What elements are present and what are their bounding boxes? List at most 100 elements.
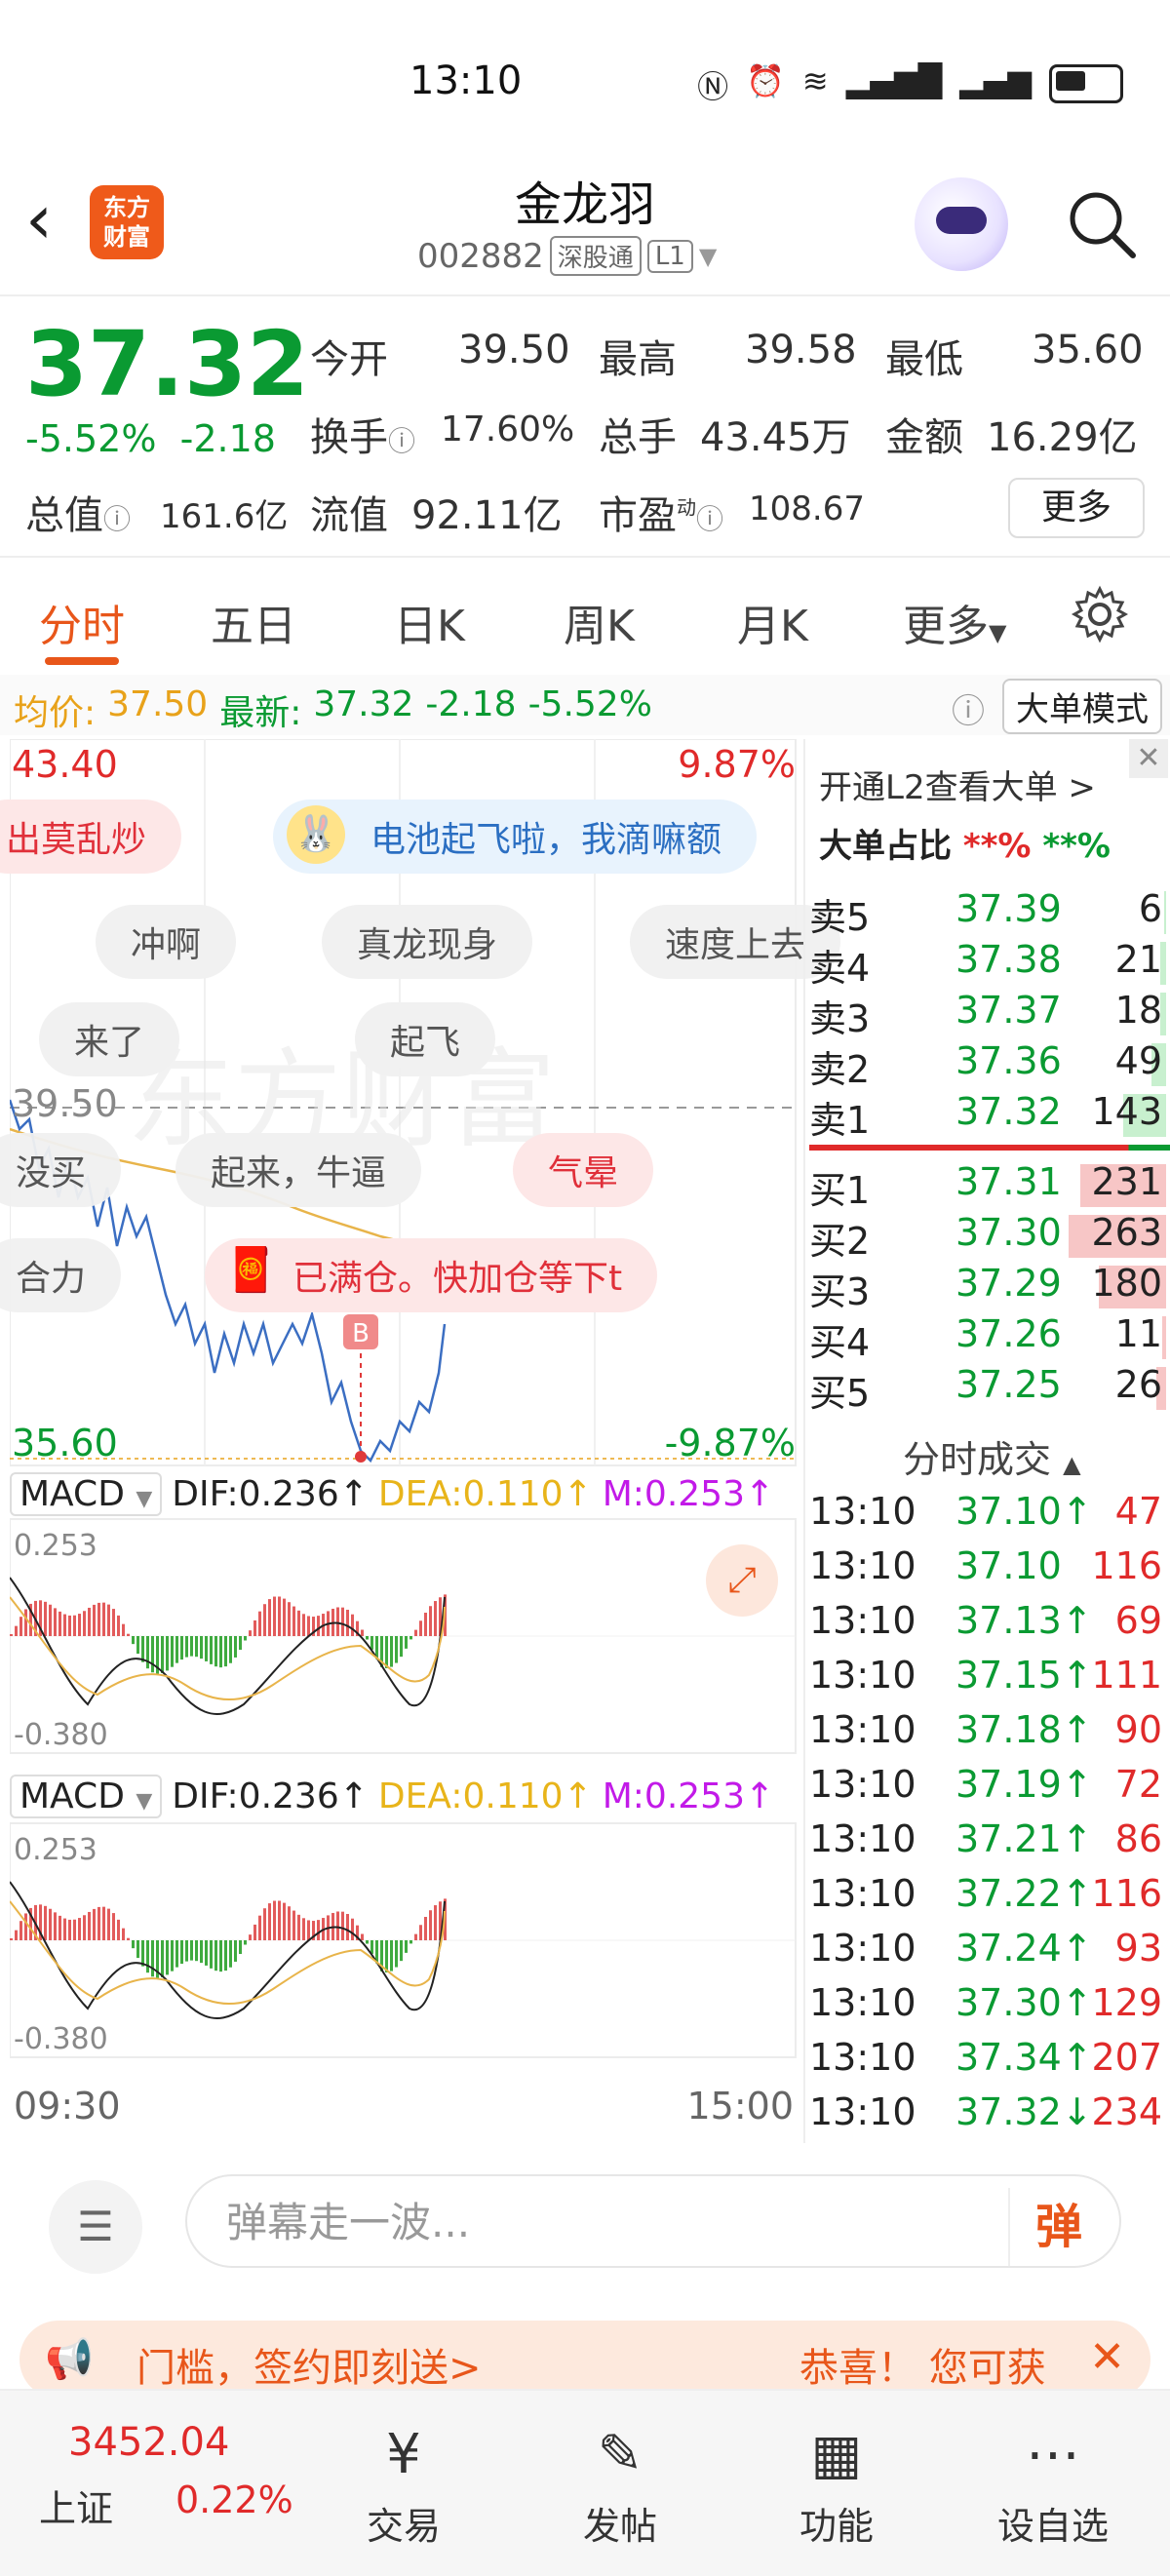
tab-daily-k[interactable]: 日K: [394, 591, 465, 653]
macd-bar: [341, 1607, 344, 1636]
gift-icon: 🧧: [224, 1245, 278, 1295]
nav-post[interactable]: ✎ 发帖: [542, 2420, 698, 2550]
tab-weekly-k[interactable]: 周K: [564, 591, 635, 653]
trade-time: 13:10: [809, 1544, 916, 1587]
danmu-bubble[interactable]: 起飞: [355, 1002, 496, 1076]
index-value: 3452.04: [68, 2420, 230, 2465]
danmu-bubble[interactable]: 没买: [0, 1133, 122, 1207]
macd-bar: [229, 1940, 232, 1968]
danmu-settings-icon[interactable]: ☰: [49, 2180, 142, 2274]
danmu-input[interactable]: 弹幕走一波...: [185, 2174, 1121, 2268]
dropdown-icon[interactable]: ▼: [699, 243, 717, 270]
danmu-bubble[interactable]: 气晕: [513, 1133, 654, 1207]
danmu-bubble[interactable]: 起来，牛逼: [176, 1133, 422, 1207]
danmu-bubble[interactable]: 真龙现身: [322, 905, 533, 979]
macd-bar: [49, 1908, 52, 1940]
trade-price: 37.34↑: [956, 2036, 1093, 2079]
macd-bar: [297, 1610, 300, 1636]
tab-5day[interactable]: 五日: [211, 591, 296, 653]
macd-selector-2[interactable]: MACD ▼: [10, 1775, 163, 1818]
trade-time: 13:10: [809, 1872, 916, 1915]
trade-price: 37.32↓: [956, 2090, 1093, 2133]
mktcap-label: 总值ⓘ: [25, 493, 132, 538]
macd-bar: [117, 1919, 120, 1940]
bid-volume: 11: [1114, 1312, 1162, 1355]
macd-bar: [176, 1636, 178, 1663]
macd-bar: [83, 1915, 86, 1940]
intraday-chart[interactable]: B 东方财富 43.40 9.87% 39.50 35.60 -9.87% 出莫…: [0, 739, 841, 2143]
expand-icon[interactable]: ⤢: [706, 1544, 778, 1617]
macd-bar: [15, 1930, 18, 1940]
trade-time: 13:10: [809, 1708, 916, 1751]
ask-price: 37.37: [956, 989, 1062, 1032]
big-order-mode-button[interactable]: 大单模式: [1002, 679, 1162, 734]
l2-upgrade-link[interactable]: 开通L2查看大单 >: [819, 761, 1096, 808]
danmu-bubble[interactable]: 冲啊: [96, 905, 237, 979]
macd-bar: [10, 1938, 13, 1940]
danmu-bubble[interactable]: 来了: [39, 1002, 180, 1076]
danmu-bubble-gift[interactable]: 🧧 已满仓。快加仓等下t: [205, 1238, 658, 1312]
macd-bar: [351, 1918, 354, 1940]
y-top-price: 43.40: [12, 743, 118, 786]
search-icon[interactable]: [1063, 185, 1141, 263]
danmu-bubble[interactable]: 合力: [0, 1238, 122, 1312]
macd2-top-value: 0.253: [14, 1833, 98, 1867]
nav-add-watchlist[interactable]: ⋯ 设自选: [975, 2420, 1131, 2550]
trade-price: 37.19↑: [956, 1763, 1093, 1806]
macd-bar: [117, 1615, 120, 1636]
macd-bar: [10, 1634, 13, 1636]
trade-volume: 86: [1114, 1817, 1162, 1860]
macd-bar: [93, 1908, 96, 1940]
macd-bar: [410, 1940, 412, 1944]
tab-intraday[interactable]: 分时: [39, 591, 125, 653]
assistant-avatar[interactable]: [915, 177, 1008, 271]
macd-bar: [258, 1611, 261, 1636]
amount-label: 金额: [885, 415, 963, 460]
macd-bar: [346, 1914, 349, 1940]
avg-value: 37.50: [107, 684, 209, 724]
close-icon[interactable]: ✕: [1129, 739, 1168, 778]
tab-monthly-k[interactable]: 月K: [737, 591, 808, 653]
trade-time: 13:10: [809, 1654, 916, 1697]
macd-bar: [395, 1940, 398, 1968]
stock-code-row[interactable]: 002882 深股通 L1 ▼: [417, 236, 717, 276]
settings-icon[interactable]: [1071, 585, 1129, 644]
trade-volume: 93: [1114, 1927, 1162, 1970]
help-icon[interactable]: ⓘ: [952, 684, 985, 732]
macd-bar: [405, 1940, 408, 1953]
macd-bar: [370, 1940, 373, 1954]
macd-bar: [214, 1940, 217, 1971]
ask-row: 卖1 37.32 143: [809, 1090, 1166, 1142]
macd-bar: [244, 1940, 247, 1945]
promo-banner[interactable]: 📢 门槛，签约即刻送> 恭喜！ 您可获 ✕: [20, 2321, 1150, 2399]
send-danmu-button[interactable]: 弹: [1008, 2188, 1108, 2266]
bid-volume: 263: [1091, 1211, 1162, 1254]
ask-price: 37.36: [956, 1039, 1062, 1082]
nav-trade[interactable]: ¥ 交易: [326, 2420, 482, 2550]
macd-bar: [44, 1905, 47, 1940]
macd-bar: [54, 1608, 57, 1636]
macd-bar: [434, 1601, 437, 1636]
bid-label: 买3: [809, 1270, 871, 1313]
macd-bar: [15, 1625, 18, 1636]
macd-bar: [185, 1636, 188, 1658]
macd-bottom-value: -0.380: [14, 1718, 108, 1752]
macd-header: MACD ▼ DIF:0.236↑ DEA:0.110↑ M:0.253↑: [10, 1472, 774, 1516]
bid-price: 37.26: [956, 1312, 1062, 1355]
nav-features[interactable]: ▦ 功能: [759, 2420, 915, 2550]
quote-panel: 37.32 -5.52% -2.18 今开 39.50 最高 39.58 最低 …: [0, 302, 1170, 556]
banner-close-icon[interactable]: ✕: [1089, 2332, 1125, 2382]
danmu-bubble-featured[interactable]: 🐰 电池起飞啦，我滴嘛额: [273, 800, 758, 874]
macd-bar: [112, 1913, 115, 1940]
macd-m-2: M:0.253↑: [602, 1776, 775, 1816]
macd-selector[interactable]: MACD ▼: [10, 1472, 163, 1516]
status-time: 13:10: [410, 59, 523, 103]
high-label: 最高: [599, 337, 677, 382]
trades-title[interactable]: 分时成交 ▲: [903, 1429, 1081, 1483]
turnover-value: 17.60%: [441, 410, 575, 449]
tab-more[interactable]: 更多▼: [903, 591, 1006, 653]
more-button[interactable]: 更多: [1008, 478, 1145, 538]
macd-bar: [49, 1604, 52, 1636]
danmu-bubble[interactable]: 出莫乱炒: [0, 800, 182, 874]
trade-volume: 207: [1091, 2036, 1162, 2079]
